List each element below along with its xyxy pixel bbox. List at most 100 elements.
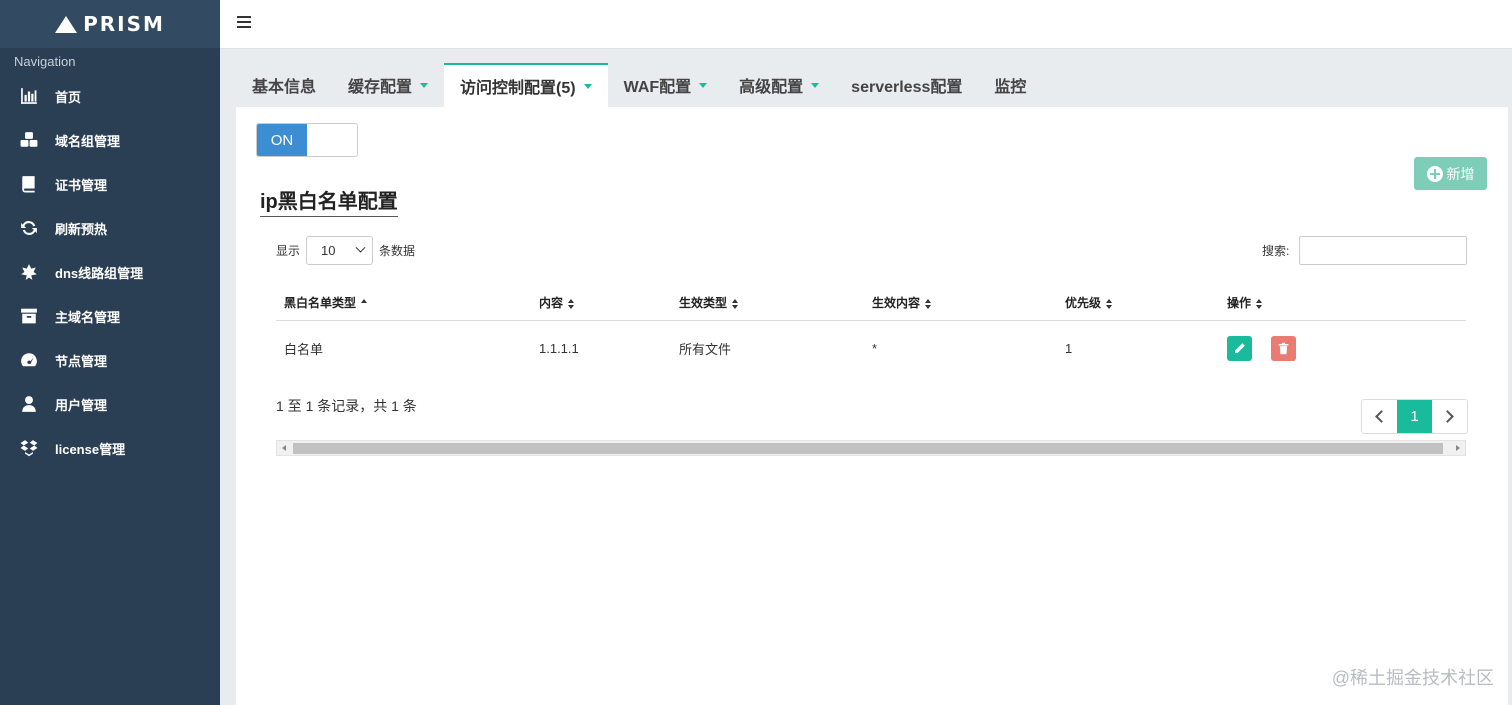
scrollbar-thumb[interactable] [293, 443, 1443, 454]
length-suffix: 条数据 [379, 244, 416, 258]
watermark: @稀土掘金技术社区 [1331, 668, 1494, 688]
table-info: 1 至 1 条记录，共 1 条 [276, 398, 417, 414]
page-length-select[interactable]: 10 [306, 236, 374, 265]
column-header-effect-type[interactable]: 生效类型 [671, 285, 864, 321]
config-tabs: 基本信息 缓存配置 访问控制配置(5) WAF配置 高级配置 serverles… [236, 63, 1042, 107]
plus-circle-icon [1426, 165, 1443, 182]
next-page-button[interactable] [1432, 400, 1467, 433]
sidebar-item-label: license管理 [55, 441, 126, 457]
tab-waf-config[interactable]: WAF配置 [608, 63, 724, 107]
sort-icon [925, 298, 932, 309]
add-button-label: 新增 [1446, 165, 1475, 182]
tab-serverless-config[interactable]: serverless配置 [835, 63, 978, 107]
length-prefix: 显示 [276, 244, 301, 258]
top-bar [220, 0, 1512, 49]
brand-name: PRISM [83, 12, 165, 36]
column-header-effect-content[interactable]: 生效内容 [864, 285, 1057, 321]
pencil-icon [1235, 342, 1245, 353]
sidebar-item-license[interactable]: license管理 [0, 426, 220, 470]
scroll-left-icon[interactable] [282, 445, 286, 451]
sidebar-item-label: 刷新预热 [55, 221, 108, 237]
chevron-left-icon [1375, 410, 1388, 423]
tab-basic-info[interactable]: 基本信息 [236, 63, 332, 107]
caret-down-icon [811, 82, 820, 88]
brand[interactable]: PRISM [0, 0, 220, 48]
sidebar-item-certificates[interactable]: 证书管理 [0, 162, 220, 206]
chevron-down-icon [355, 242, 366, 253]
book-icon [20, 175, 38, 193]
sidebar-item-label: 主域名管理 [55, 309, 121, 325]
leaf-icon [20, 263, 38, 281]
tab-advanced-config[interactable]: 高级配置 [723, 63, 835, 107]
caret-down-icon [420, 82, 429, 88]
sort-icon [1256, 298, 1263, 309]
sidebar-item-label: 首页 [55, 89, 82, 105]
column-header-content[interactable]: 内容 [531, 285, 671, 321]
caret-down-icon [583, 83, 592, 89]
sidebar-item-label: 节点管理 [55, 353, 108, 369]
cell-type: 白名单 [284, 341, 324, 357]
cell-actions [1219, 320, 1466, 376]
search-input[interactable] [1299, 236, 1468, 265]
sidebar-item-home[interactable]: 首页 [0, 74, 220, 118]
page-button-current[interactable]: 1 [1397, 400, 1432, 433]
scroll-right-icon[interactable] [1456, 445, 1460, 451]
section-title: ip黑白名单配置 [260, 185, 398, 217]
page-length-control: 显示 10 条数据 [276, 236, 415, 265]
horizontal-scrollbar[interactable] [276, 440, 1466, 456]
sort-icon [1106, 298, 1113, 309]
sidebar-item-label: dns线路组管理 [55, 265, 144, 281]
sidebar-item-label: 用户管理 [55, 397, 108, 413]
search-control: 搜索: [1262, 236, 1468, 265]
sidebar-item-main-domains[interactable]: 主域名管理 [0, 294, 220, 338]
cell-effect-type: 所有文件 [679, 341, 732, 357]
add-button[interactable]: 新增 [1414, 157, 1487, 190]
nav-heading: Navigation [14, 54, 76, 69]
sidebar: PRISM Navigation 首页 域名组管理 证书管理 刷新预热 dns线… [0, 0, 220, 705]
edit-button[interactable] [1227, 335, 1252, 361]
column-header-actions[interactable]: 操作 [1219, 285, 1466, 321]
sort-icon [732, 298, 739, 309]
trash-icon [1278, 342, 1288, 354]
caret-down-icon [699, 82, 708, 88]
cell-priority: 1 [1065, 340, 1073, 356]
page-length-value: 10 [321, 243, 336, 258]
user-icon [20, 395, 38, 413]
chevron-right-icon [1441, 410, 1454, 423]
delete-button[interactable] [1270, 335, 1296, 361]
search-label: 搜索: [1262, 244, 1290, 258]
blacklist-table: 黑白名单类型 内容 生效类型 生效内容 优先级 操作 白名单 1.1.1.1 所… [276, 285, 1466, 376]
sidebar-item-domain-groups[interactable]: 域名组管理 [0, 118, 220, 162]
bar-chart-icon [20, 87, 38, 105]
menu-toggle-icon[interactable] [237, 16, 251, 28]
nav-list: 首页 域名组管理 证书管理 刷新预热 dns线路组管理 主域名管理 节点管理 用… [0, 74, 220, 470]
refresh-icon [20, 219, 38, 237]
sidebar-item-nodes[interactable]: 节点管理 [0, 338, 220, 382]
prism-logo-icon [55, 15, 78, 33]
sidebar-item-users[interactable]: 用户管理 [0, 382, 220, 426]
content-panel: ON 新增 ip黑白名单配置 显示 10 条数据 搜索: 黑白名单类型 内容 生… [236, 107, 1508, 705]
dropbox-icon [20, 439, 38, 457]
column-header-priority[interactable]: 优先级 [1057, 285, 1219, 321]
table-row: 白名单 1.1.1.1 所有文件 * 1 [276, 320, 1466, 376]
toggle-off-handle [307, 124, 357, 156]
column-header-type[interactable]: 黑白名单类型 [276, 285, 531, 321]
tab-cache-config[interactable]: 缓存配置 [332, 63, 444, 107]
cell-effect-content: * [872, 340, 878, 356]
sidebar-item-label: 域名组管理 [55, 133, 121, 149]
pagination: 1 [1361, 399, 1468, 434]
tab-access-control[interactable]: 访问控制配置(5) [444, 63, 608, 107]
table-header-row: 黑白名单类型 内容 生效类型 生效内容 优先级 操作 [276, 285, 1466, 321]
sort-icon [568, 298, 575, 309]
archive-icon [20, 307, 38, 325]
sidebar-item-refresh-prefetch[interactable]: 刷新预热 [0, 206, 220, 250]
enable-toggle[interactable]: ON [256, 123, 358, 157]
cell-content: 1.1.1.1 [539, 340, 579, 356]
dashboard-icon [20, 351, 38, 369]
toggle-on-label: ON [257, 124, 307, 156]
sort-asc-icon [361, 298, 368, 309]
tab-monitoring[interactable]: 监控 [978, 63, 1042, 107]
prev-page-button[interactable] [1362, 400, 1397, 433]
cubes-icon [20, 131, 38, 149]
sidebar-item-dns-route-groups[interactable]: dns线路组管理 [0, 250, 220, 294]
